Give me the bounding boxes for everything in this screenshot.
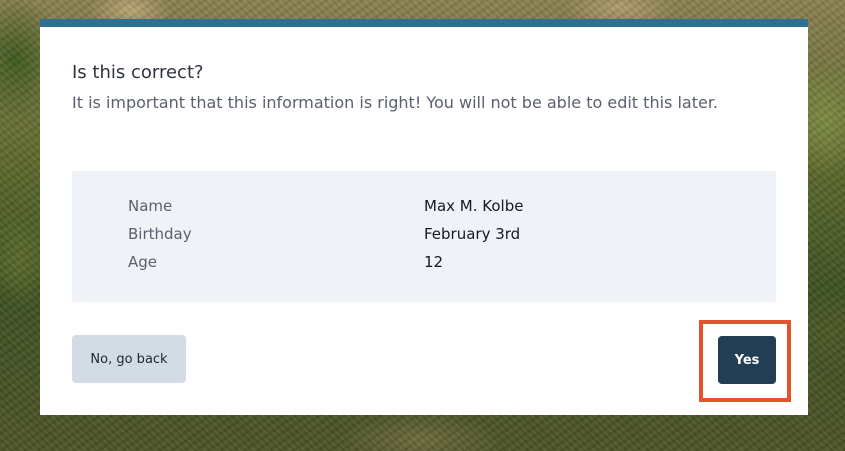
dialog-message: It is important that this information is…: [72, 93, 719, 112]
info-summary-panel: Name Max M. Kolbe Birthday February 3rd …: [72, 171, 776, 302]
info-value: 12: [424, 253, 444, 271]
go-back-button[interactable]: No, go back: [72, 335, 186, 383]
info-label: Name: [128, 197, 173, 215]
dialog-title: Is this correct?: [72, 62, 204, 83]
info-value: Max M. Kolbe: [424, 197, 524, 215]
info-row-birthday: Birthday February 3rd: [72, 220, 776, 248]
info-label: Birthday: [128, 225, 192, 243]
confirm-yes-button[interactable]: Yes: [718, 336, 776, 384]
info-row-age: Age 12: [72, 248, 776, 276]
info-row-name: Name Max M. Kolbe: [72, 192, 776, 220]
confirmation-dialog: Is this correct? It is important that th…: [40, 19, 808, 415]
info-value: February 3rd: [424, 225, 521, 243]
info-label: Age: [128, 253, 158, 271]
